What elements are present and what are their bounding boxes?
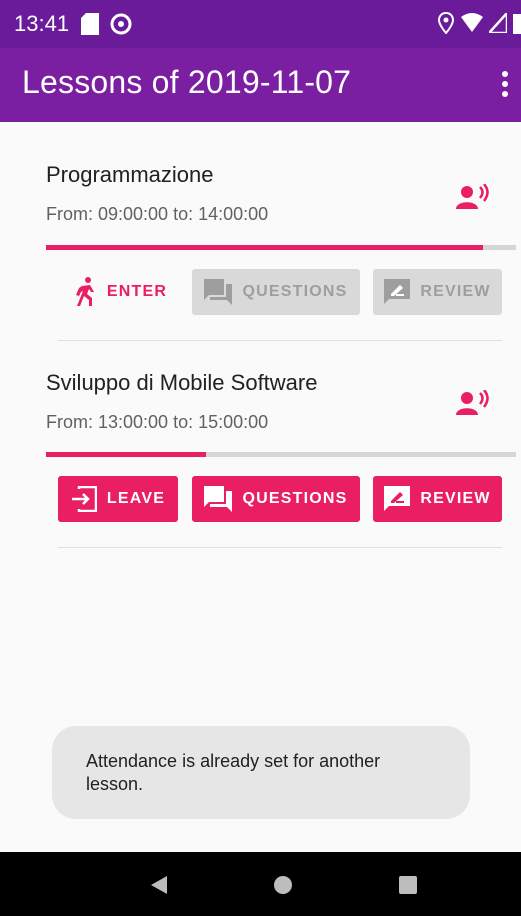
leave-button-label: LEAVE: [106, 490, 166, 507]
recents-button[interactable]: [399, 876, 417, 894]
status-bar: 13:41: [0, 0, 521, 48]
questions-button[interactable]: QUESTIONS: [192, 269, 360, 315]
status-right: [437, 9, 521, 39]
review-button[interactable]: REVIEW: [373, 476, 502, 522]
review-button-label: REVIEW: [420, 283, 491, 300]
lesson-progress-bar: [46, 452, 516, 457]
divider: [58, 547, 502, 548]
enter-button[interactable]: ENTER: [62, 269, 180, 315]
lesson-time-range: From: 13:00:00 to: 15:00:00: [46, 412, 269, 432]
enter-button-label: ENTER: [106, 283, 168, 300]
cell-signal-icon: [486, 9, 509, 38]
exit-icon: [71, 486, 97, 512]
lesson-progress-bar: [46, 245, 516, 250]
lesson-name: Sviluppo di Mobile Software: [46, 370, 318, 395]
questions-button[interactable]: QUESTIONS: [192, 476, 360, 522]
questions-button-label: QUESTIONS: [242, 490, 348, 507]
record-voice-icon: [456, 389, 490, 421]
page-title: Lessons of 2019-11-07: [22, 64, 352, 100]
status-time: 13:41: [14, 11, 70, 36]
lesson-progress-fill: [46, 245, 484, 250]
review-button[interactable]: REVIEW: [373, 269, 502, 315]
more-vert-icon: [502, 71, 508, 97]
leave-button[interactable]: LEAVE: [58, 476, 178, 522]
lesson-time-range: From: 09:00:00 to: 14:00:00: [46, 204, 269, 224]
lesson-progress-fill: [46, 452, 206, 457]
forum-icon: [204, 486, 233, 512]
system-nav-bar: [0, 852, 521, 916]
rate-review-icon: [384, 279, 411, 304]
forum-icon: [204, 279, 233, 305]
sync-icon: [109, 12, 133, 41]
run-icon: [75, 277, 94, 306]
review-button-label: REVIEW: [420, 490, 491, 507]
toast-message: Attendance is already set for another le…: [52, 726, 470, 819]
back-triangle-icon: [151, 876, 167, 894]
questions-button-label: QUESTIONS: [242, 283, 348, 300]
divider: [58, 340, 502, 341]
back-button[interactable]: [151, 876, 167, 899]
app-bar: Lessons of 2019-11-07: [0, 48, 521, 122]
sd-card-icon: [81, 13, 99, 40]
location-icon: [437, 11, 455, 39]
home-button[interactable]: [274, 876, 292, 894]
record-voice-icon: [456, 183, 490, 215]
rate-review-icon: [384, 486, 411, 511]
overflow-menu-button[interactable]: [493, 62, 517, 106]
battery-icon: [513, 12, 521, 39]
wifi-icon: [461, 13, 483, 38]
lesson-name: Programmazione: [46, 162, 214, 187]
